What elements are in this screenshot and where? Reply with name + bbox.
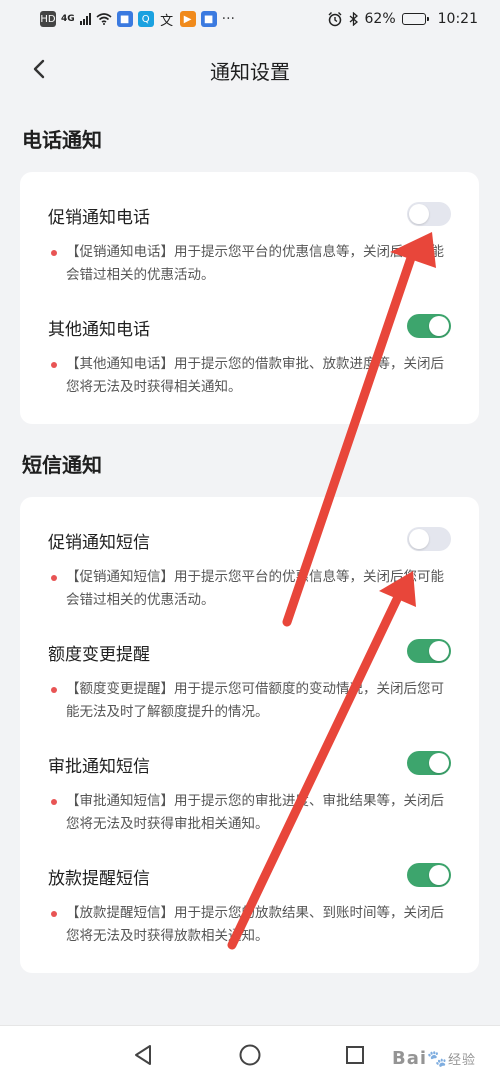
- setting-label: 促销通知电话: [48, 208, 150, 228]
- triangle-back-icon: [135, 1045, 151, 1065]
- bag-app-icon: ■: [200, 11, 217, 27]
- alarm-icon: [328, 12, 342, 27]
- setting-description: 【促销通知短信】用于提示您平台的优惠信息等，关闭后您可能会错过相关的优惠活动。: [66, 569, 444, 608]
- setting-label: 审批通知短信: [48, 757, 150, 777]
- square-recents-icon: [346, 1046, 364, 1064]
- nav-home-button[interactable]: [235, 1040, 265, 1070]
- promo-sms-toggle[interactable]: [407, 527, 451, 551]
- watermark-brand: Bai: [392, 1048, 428, 1069]
- bullet-dot: [51, 687, 57, 693]
- toggle-knob: [429, 753, 449, 773]
- nav-recents-button[interactable]: [340, 1040, 370, 1070]
- status-bar-left: HD 4G ■ Q 文 ▶ ■ ···: [40, 11, 236, 29]
- quota-change-toggle[interactable]: [407, 639, 451, 663]
- watermark-logo: Bai🐾经验: [392, 1048, 476, 1069]
- bluetooth-icon: [349, 12, 358, 26]
- setting-description: 【促销通知电话】用于提示您平台的优惠信息等，关闭后您可能会错过相关的优惠活动。: [66, 244, 444, 283]
- header: 通知设置: [0, 44, 500, 96]
- watermark-suffix: 经验: [447, 1053, 476, 1068]
- more-icon: ···: [221, 11, 236, 27]
- translate-icon: 文: [160, 13, 174, 29]
- toggle-knob: [429, 865, 449, 885]
- signal-icon: [79, 13, 91, 25]
- search-app-icon: Q: [137, 11, 154, 27]
- approval-sms-toggle[interactable]: [407, 751, 451, 775]
- phone-notification-card: 促销通知电话 【促销通知电话】用于提示您平台的优惠信息等，关闭后您可能会错过相关…: [20, 172, 479, 424]
- app-notification-icon: ■: [116, 11, 133, 27]
- other-call-toggle[interactable]: [407, 314, 451, 338]
- network-type: 4G: [61, 13, 75, 24]
- circle-home-icon: [239, 1044, 261, 1066]
- toggle-knob: [409, 204, 429, 224]
- wifi-icon: [96, 13, 112, 25]
- bullet-dot: [51, 799, 57, 805]
- bullet-dot: [51, 362, 57, 368]
- toggle-knob: [409, 529, 429, 549]
- bullet-dot: [51, 250, 57, 256]
- navigation-bar: Bai🐾经验: [0, 1025, 500, 1083]
- bullet-dot: [51, 575, 57, 581]
- setting-label: 其他通知电话: [48, 320, 150, 340]
- setting-description: 【额度变更提醒】用于提示您可借额度的变动情况，关闭后您可能无法及时了解额度提升的…: [66, 681, 444, 720]
- hd-icon: HD: [40, 11, 56, 27]
- section-title-phone: 电话通知: [22, 128, 102, 152]
- battery-icon: [401, 13, 429, 25]
- section-title-sms: 短信通知: [22, 453, 102, 477]
- sms-notification-card: 促销通知短信 【促销通知短信】用于提示您平台的优惠信息等，关闭后您可能会错过相关…: [20, 497, 479, 973]
- status-bar-right: 62% 10:21: [327, 11, 478, 27]
- setting-description: 【其他通知电话】用于提示您的借款审批、放款进度等，关闭后您将无法及时获得相关通知…: [66, 356, 444, 395]
- setting-label: 额度变更提醒: [48, 645, 150, 665]
- page-title: 通知设置: [210, 60, 290, 84]
- nav-back-button[interactable]: [128, 1040, 158, 1070]
- screen: HD 4G ■ Q 文 ▶ ■ ··· 62% 10:21 通知设置 电话通知 …: [0, 0, 500, 1083]
- setting-label: 促销通知短信: [48, 533, 150, 553]
- battery-percent: 62%: [364, 11, 396, 27]
- setting-description: 【放款提醒短信】用于提示您的放款结果、到账时间等，关闭后您将无法及时获得放款相关…: [66, 905, 444, 944]
- toggle-knob: [429, 641, 449, 661]
- bullet-dot: [51, 911, 57, 917]
- toggle-knob: [429, 316, 449, 336]
- promo-call-toggle[interactable]: [407, 202, 451, 226]
- loan-sms-toggle[interactable]: [407, 863, 451, 887]
- status-bar: HD 4G ■ Q 文 ▶ ■ ··· 62% 10:21: [0, 0, 500, 38]
- setting-label: 放款提醒短信: [48, 869, 150, 889]
- setting-description: 【审批通知短信】用于提示您的审批进度、审批结果等，关闭后您将无法及时获得审批相关…: [66, 793, 444, 832]
- video-app-icon: ▶: [179, 11, 196, 27]
- clock: 10:21: [437, 11, 478, 27]
